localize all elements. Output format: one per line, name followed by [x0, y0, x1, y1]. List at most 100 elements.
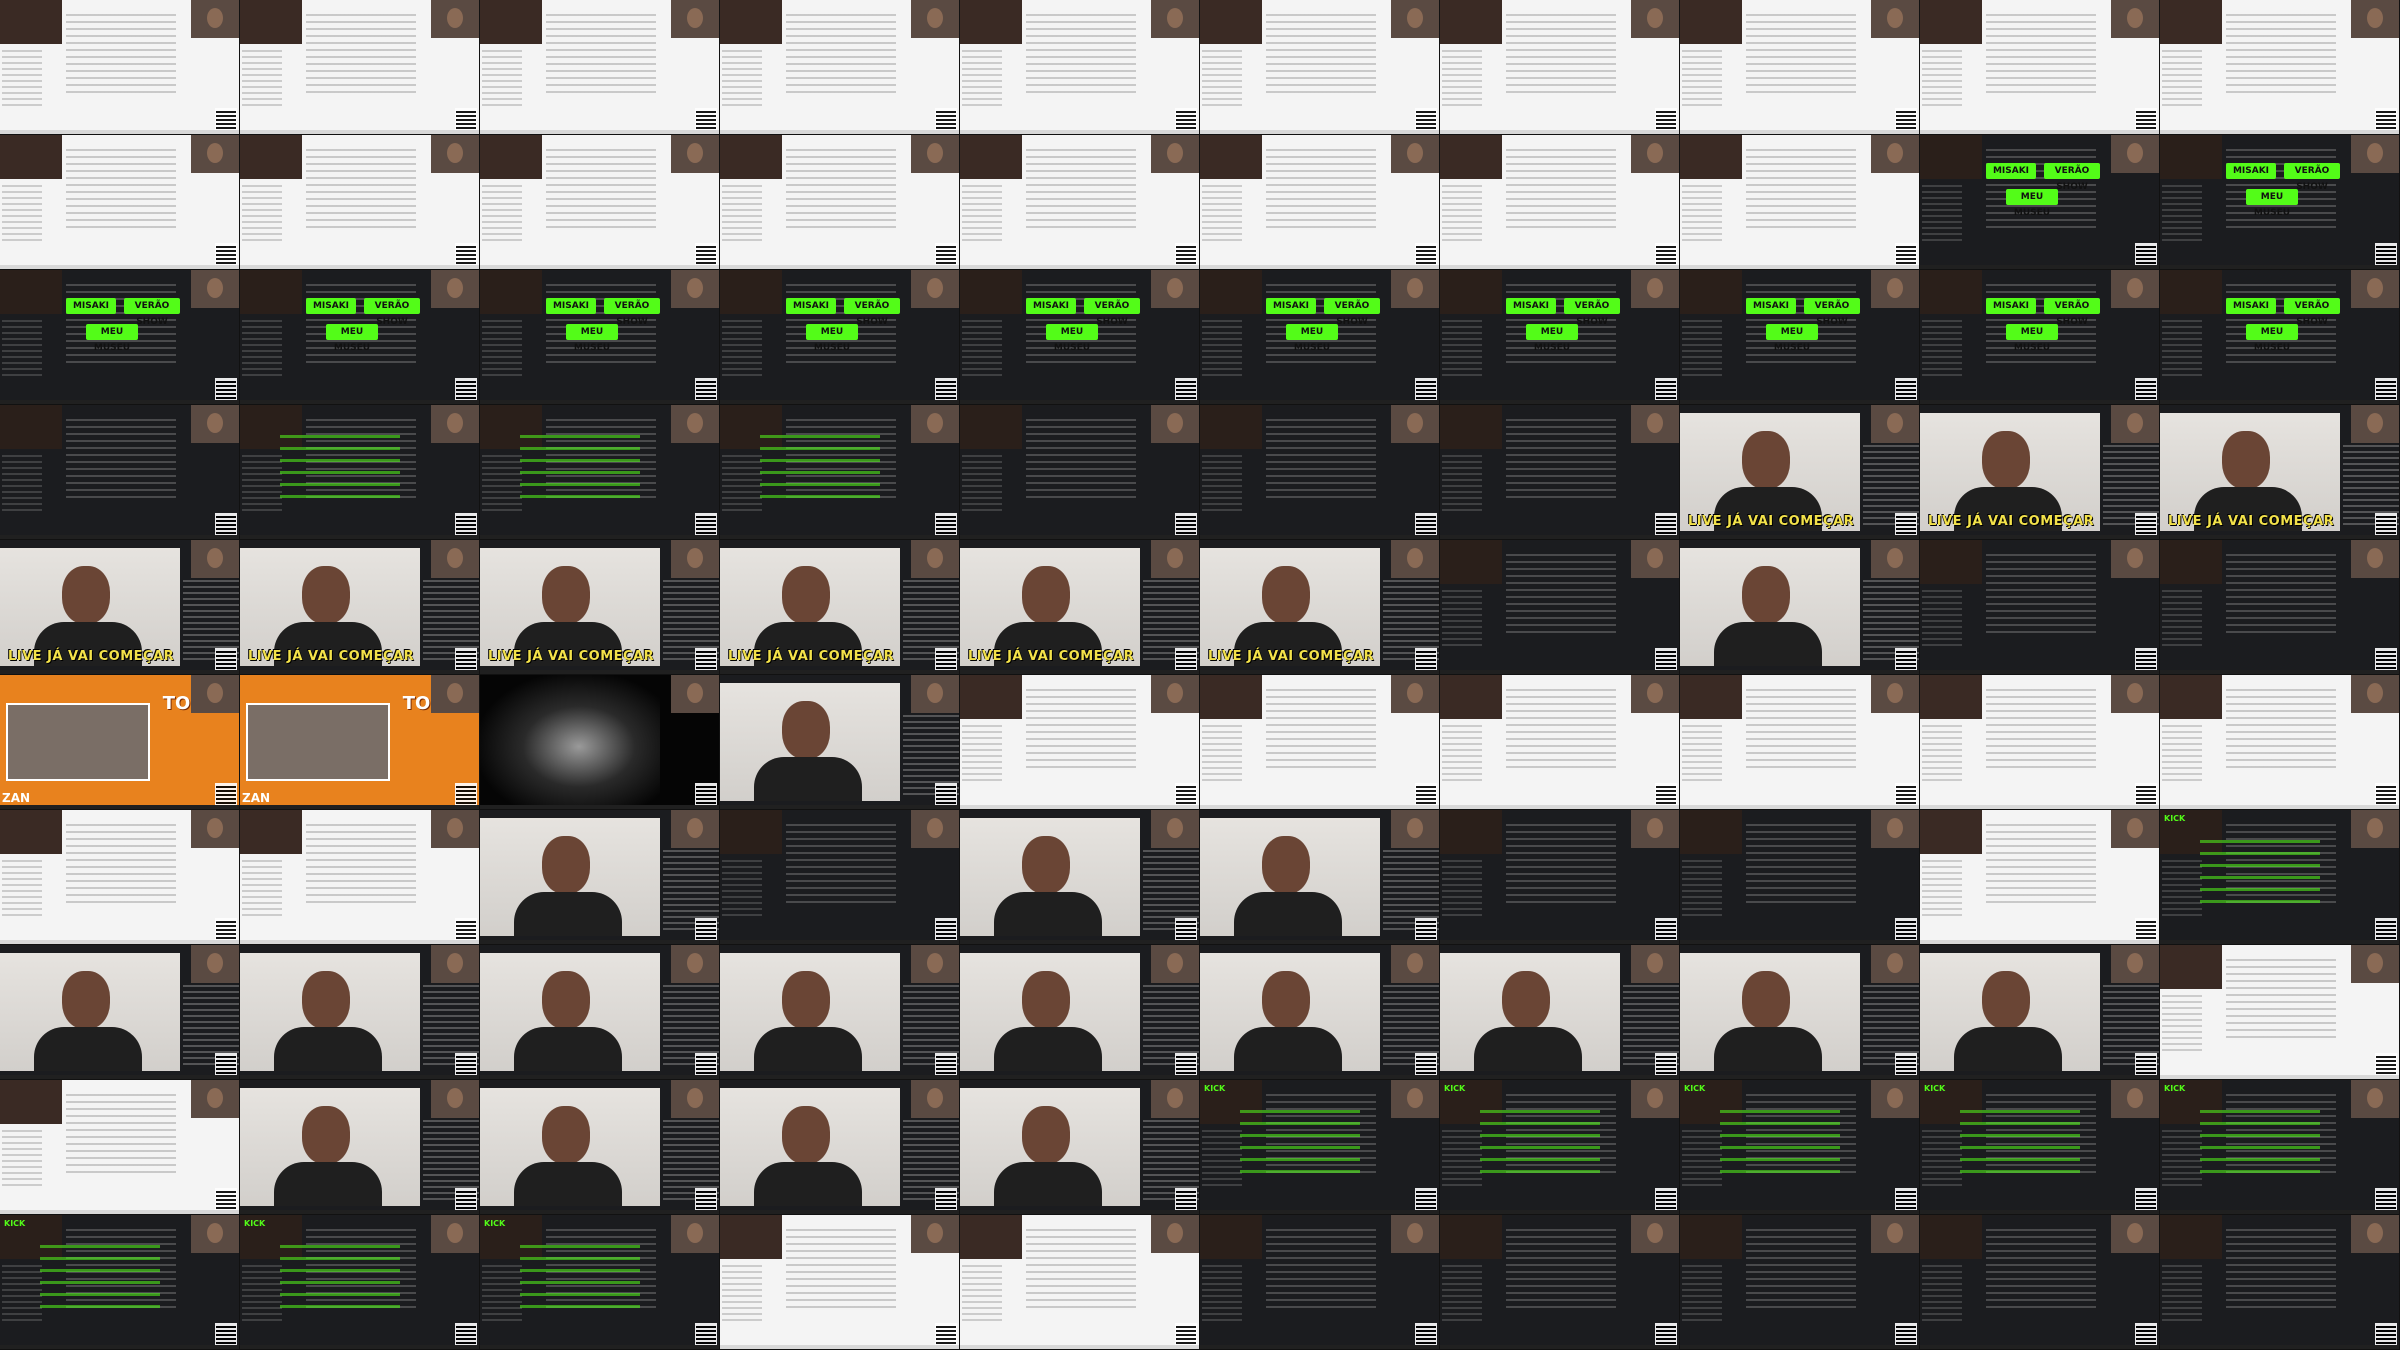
thumbnail-cell[interactable]: MISAKI VERÃO SHOW MEU MUSEU — [480, 270, 720, 405]
thumbnail-cell[interactable] — [1200, 135, 1440, 270]
thumbnail-cell[interactable] — [1920, 810, 2160, 945]
thumbnail-cell[interactable]: KICK — [480, 1215, 720, 1350]
green-button[interactable]: MISAKI — [546, 298, 596, 314]
thumbnail-cell[interactable] — [960, 135, 1200, 270]
thumbnail-cell[interactable] — [480, 0, 720, 135]
green-button[interactable]: VERÃO SHOW — [364, 298, 420, 327]
green-button[interactable]: MEU MUSEU — [326, 324, 378, 353]
green-button[interactable]: VERÃO SHOW — [1084, 298, 1140, 327]
thumbnail-cell[interactable] — [720, 0, 960, 135]
green-button[interactable]: MISAKI — [66, 298, 116, 314]
thumbnail-cell[interactable]: MISAKI VERÃO SHOW MEU MUSEU — [720, 270, 960, 405]
green-button[interactable]: MEU MUSEU — [1526, 324, 1578, 353]
thumbnail-cell[interactable]: MISAKI VERÃO SHOW MEU MUSEU — [240, 270, 480, 405]
thumbnail-cell[interactable]: KICK — [2160, 810, 2400, 945]
thumbnail-cell[interactable] — [1680, 0, 1920, 135]
green-button[interactable]: MISAKI — [1986, 298, 2036, 314]
green-button[interactable]: VERÃO SHOW — [2284, 163, 2340, 192]
thumbnail-cell[interactable] — [2160, 540, 2400, 675]
thumbnail-cell[interactable]: KICK — [240, 1215, 480, 1350]
thumbnail-cell[interactable]: KICK — [0, 1215, 240, 1350]
thumbnail-cell[interactable]: MISAKI VERÃO SHOW MEU MUSEU — [2160, 135, 2400, 270]
green-button[interactable]: MEU MUSEU — [2006, 324, 2058, 353]
thumbnail-cell[interactable] — [1920, 675, 2160, 810]
thumbnail-cell[interactable] — [960, 1215, 1200, 1350]
thumbnail-cell[interactable] — [480, 945, 720, 1080]
green-button[interactable]: VERÃO SHOW — [1804, 298, 1860, 327]
thumbnail-cell[interactable] — [1440, 810, 1680, 945]
thumbnail-cell[interactable]: LIVE JÁ VAI COMEÇAR — [1680, 405, 1920, 540]
thumbnail-cell[interactable] — [0, 135, 240, 270]
thumbnail-cell[interactable] — [480, 135, 720, 270]
thumbnail-cell[interactable] — [480, 405, 720, 540]
green-button[interactable]: MISAKI — [2226, 298, 2276, 314]
green-button[interactable]: VERÃO SHOW — [2284, 298, 2340, 327]
thumbnail-cell[interactable] — [2160, 945, 2400, 1080]
green-button[interactable]: MISAKI — [306, 298, 356, 314]
thumbnail-cell[interactable] — [1920, 0, 2160, 135]
green-button[interactable]: MEU MUSEU — [1766, 324, 1818, 353]
green-button[interactable]: MISAKI — [1266, 298, 1316, 314]
thumbnail-cell[interactable] — [1200, 0, 1440, 135]
thumbnail-cell[interactable]: LIVE JÁ VAI COMEÇAR — [0, 540, 240, 675]
thumbnail-cell[interactable]: LIVE JÁ VAI COMEÇAR — [1920, 405, 2160, 540]
green-button[interactable]: MISAKI — [1746, 298, 1796, 314]
thumbnail-cell[interactable] — [720, 945, 960, 1080]
thumbnail-cell[interactable] — [1200, 675, 1440, 810]
thumbnail-cell[interactable]: MISAKI VERÃO SHOW MEU MUSEU — [1200, 270, 1440, 405]
thumbnail-cell[interactable]: KICK — [2160, 1080, 2400, 1215]
thumbnail-cell[interactable]: LIVE JÁ VAI COMEÇAR — [1200, 540, 1440, 675]
green-button[interactable]: VERÃO SHOW — [2044, 163, 2100, 192]
green-button[interactable]: VERÃO SHOW — [844, 298, 900, 327]
thumbnail-cell[interactable] — [1200, 405, 1440, 540]
thumbnail-cell[interactable] — [1680, 945, 1920, 1080]
green-button[interactable]: VERÃO SHOW — [124, 298, 180, 327]
thumbnail-cell[interactable] — [960, 0, 1200, 135]
thumbnail-cell[interactable] — [960, 945, 1200, 1080]
thumbnail-cell[interactable]: LIVE JÁ VAI COMEÇAR — [720, 540, 960, 675]
thumbnail-cell[interactable] — [2160, 0, 2400, 135]
thumbnail-cell[interactable]: MISAKI VERÃO SHOW MEU MUSEU — [0, 270, 240, 405]
thumbnail-cell[interactable]: MISAKI VERÃO SHOW MEU MUSEU — [1440, 270, 1680, 405]
thumbnail-cell[interactable] — [1680, 675, 1920, 810]
thumbnail-cell[interactable] — [480, 1080, 720, 1215]
thumbnail-cell[interactable] — [1680, 810, 1920, 945]
thumbnail-cell[interactable] — [720, 1215, 960, 1350]
thumbnail-cell[interactable] — [1200, 945, 1440, 1080]
thumbnail-cell[interactable] — [960, 405, 1200, 540]
thumbnail-cell[interactable]: MISAKI VERÃO SHOW MEU MUSEU — [1920, 135, 2160, 270]
thumbnail-cell[interactable] — [720, 675, 960, 810]
green-button[interactable]: MEU MUSEU — [1286, 324, 1338, 353]
thumbnail-cell[interactable] — [0, 405, 240, 540]
thumbnail-cell[interactable] — [960, 1080, 1200, 1215]
thumbnail-cell[interactable] — [1440, 135, 1680, 270]
thumbnail-cell[interactable] — [960, 810, 1200, 945]
thumbnail-cell[interactable] — [1440, 675, 1680, 810]
green-button[interactable]: VERÃO SHOW — [1324, 298, 1380, 327]
green-button[interactable]: MEU MUSEU — [566, 324, 618, 353]
thumbnail-cell[interactable] — [0, 810, 240, 945]
thumbnail-cell[interactable]: MISAKI VERÃO SHOW MEU MUSEU — [960, 270, 1200, 405]
thumbnail-cell[interactable]: KICK — [1680, 1080, 1920, 1215]
thumbnail-cell[interactable] — [1920, 945, 2160, 1080]
thumbnail-cell[interactable] — [240, 1080, 480, 1215]
thumbnail-cell[interactable] — [1440, 405, 1680, 540]
thumbnail-cell[interactable] — [480, 810, 720, 945]
green-button[interactable]: MISAKI — [1026, 298, 1076, 314]
thumbnail-cell[interactable]: LIVE JÁ VAI COMEÇAR — [480, 540, 720, 675]
green-button[interactable]: MEU MUSEU — [2006, 189, 2058, 218]
green-button[interactable]: MISAKI — [2226, 163, 2276, 179]
thumbnail-cell[interactable]: KICK — [1920, 1080, 2160, 1215]
thumbnail-cell[interactable] — [720, 135, 960, 270]
green-button[interactable]: MEU MUSEU — [86, 324, 138, 353]
thumbnail-cell[interactable] — [240, 810, 480, 945]
green-button[interactable]: MISAKI — [1986, 163, 2036, 179]
thumbnail-cell[interactable] — [1200, 810, 1440, 945]
thumbnail-cell[interactable] — [2160, 675, 2400, 810]
thumbnail-cell[interactable]: KICK — [1200, 1080, 1440, 1215]
thumbnail-cell[interactable]: MISAKI VERÃO SHOW MEU MUSEU — [1680, 270, 1920, 405]
thumbnail-cell[interactable] — [720, 405, 960, 540]
thumbnail-cell[interactable] — [960, 675, 1200, 810]
green-button[interactable]: MISAKI — [786, 298, 836, 314]
green-button[interactable]: VERÃO SHOW — [604, 298, 660, 327]
